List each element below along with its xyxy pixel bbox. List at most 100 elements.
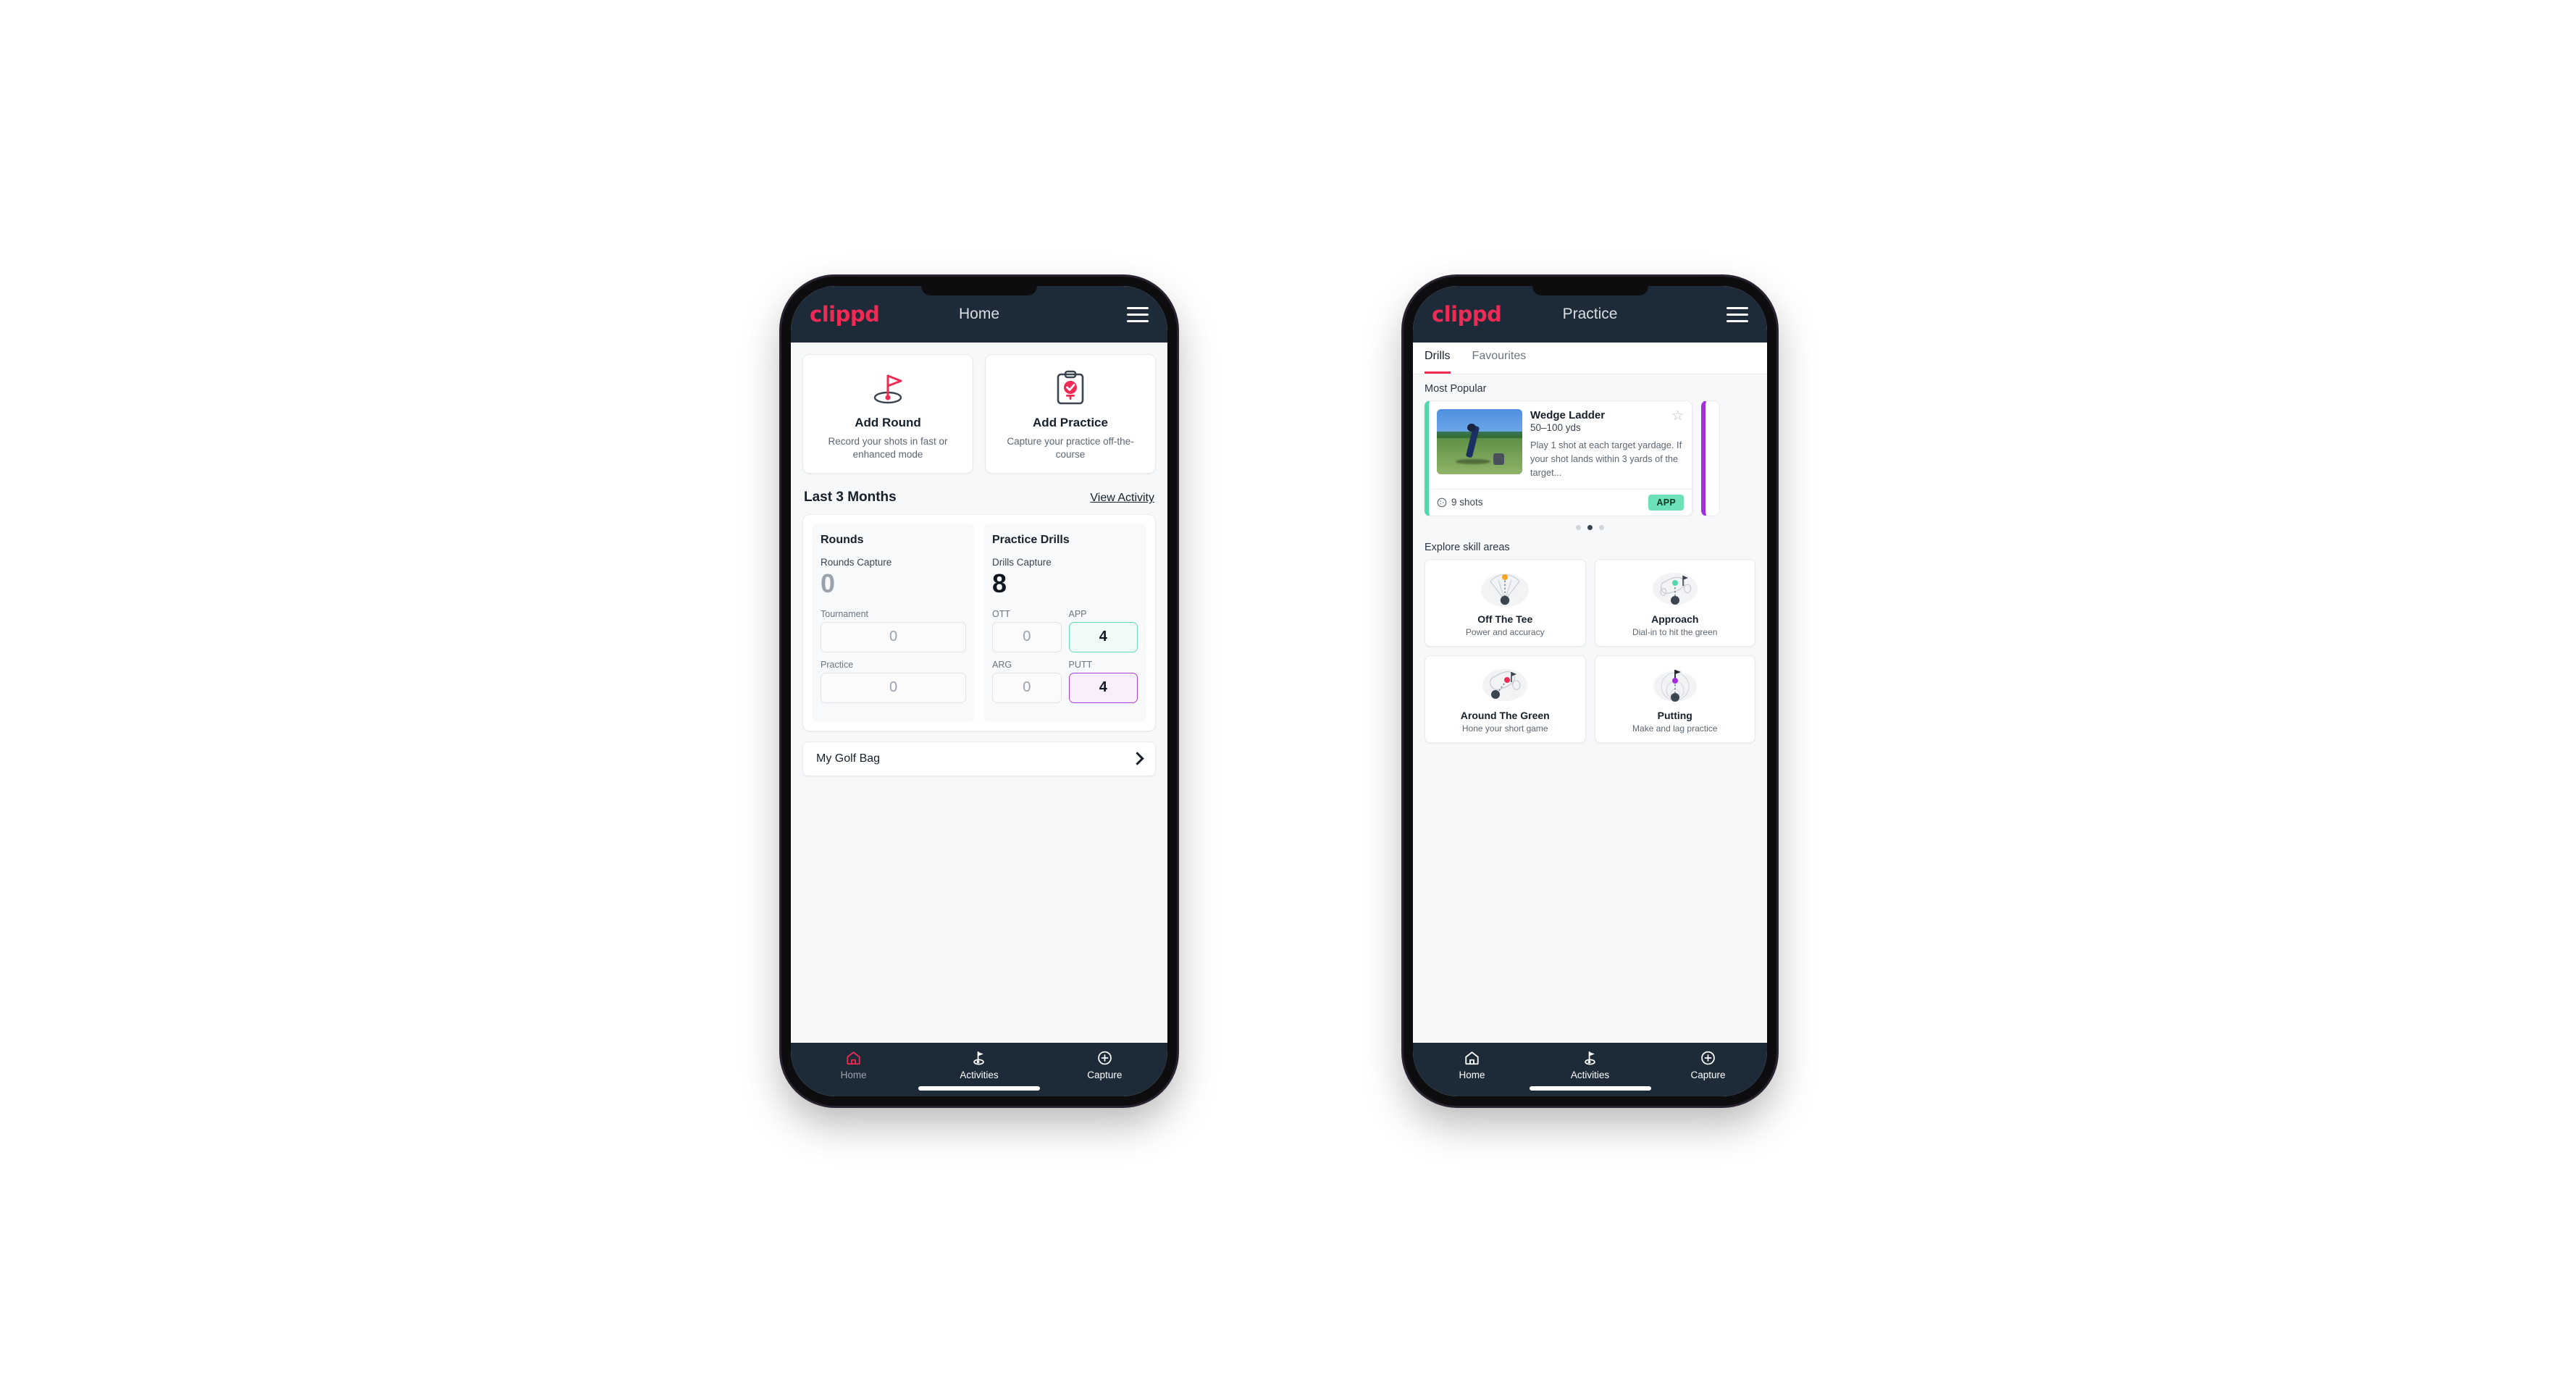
bottom-tab-bar: Home Activities Capture	[791, 1043, 1167, 1096]
drill-yardage: 50–100 yds	[1530, 422, 1581, 433]
drill-card-wedge-ladder[interactable]: Wedge Ladder 50–100 yds ☆ Play 1 shot at…	[1425, 400, 1692, 516]
putt-label: PUTT	[1068, 659, 1093, 670]
practice-body: Most Popular Wedge Ladder 50–100 yds ☆ P…	[1413, 374, 1767, 1043]
clipboard-check-icon	[993, 368, 1148, 408]
drill-skill-badge: APP	[1648, 494, 1684, 511]
clock-icon	[1437, 497, 1447, 508]
skill-name: Putting	[1657, 709, 1692, 721]
tab-capture-label: Capture	[1690, 1070, 1726, 1080]
drill-thumbnail	[1437, 409, 1522, 474]
add-practice-subtitle: Capture your practice off-the-course	[1007, 436, 1134, 461]
practice-value[interactable]: 0	[821, 672, 966, 703]
carousel-dot[interactable]	[1576, 524, 1581, 530]
ott-label: OTT	[992, 608, 1010, 619]
phone-notch	[1532, 286, 1648, 295]
skill-card-around-the-green[interactable]: Around The Green Hone your short game	[1425, 655, 1586, 743]
most-popular-label: Most Popular	[1425, 383, 1487, 395]
home-screen: Add Round Record your shots in fast or e…	[791, 343, 1167, 1043]
skill-card-putting[interactable]: Putting Make and lag practice	[1594, 655, 1755, 743]
home-indicator	[918, 1086, 1040, 1091]
skill-name: Approach	[1651, 613, 1699, 625]
drill-metrics-row-1: OTT 0 APP 4	[992, 609, 1138, 660]
screenshot-canvas: clippd Home Add Round Record your shots …	[0, 0, 2576, 1386]
tab-activities[interactable]: Activities	[916, 1049, 1041, 1080]
tab-home[interactable]: Home	[791, 1049, 916, 1080]
explore-skill-areas-label: Explore skill areas	[1425, 541, 1510, 553]
add-round-card[interactable]: Add Round Record your shots in fast or e…	[802, 354, 973, 474]
add-practice-title: Add Practice	[1033, 416, 1108, 429]
tab-activities-label: Activities	[1570, 1070, 1610, 1080]
skill-subtitle: Power and accuracy	[1465, 626, 1545, 637]
tab-capture[interactable]: Capture	[1649, 1049, 1767, 1080]
clippd-logo: clippd	[810, 301, 880, 327]
bottom-tab-bar: Home Activities Capture	[1413, 1043, 1767, 1096]
tournament-label: Tournament	[821, 608, 869, 619]
carousel-dot-active[interactable]	[1587, 524, 1593, 530]
tab-activities[interactable]: Activities	[1531, 1049, 1649, 1080]
tab-capture[interactable]: Capture	[1042, 1049, 1167, 1080]
practice-label: Practice	[821, 659, 854, 670]
golf-flag-icon	[810, 368, 965, 408]
clippd-logo: clippd	[1432, 301, 1502, 327]
chevron-right-icon	[1130, 752, 1144, 765]
tab-drills[interactable]: Drills	[1425, 343, 1461, 374]
practice-screen: Drills Favourites Most Popular Wedge Lad…	[1413, 343, 1767, 1043]
app-label: APP	[1068, 608, 1087, 619]
rounds-column: Rounds Rounds Capture 0 Tournament 0 Pra…	[812, 524, 975, 722]
tab-home-label: Home	[840, 1070, 867, 1080]
skill-name: Off The Tee	[1477, 613, 1533, 625]
tab-capture-label: Capture	[1087, 1070, 1123, 1080]
skill-subtitle: Dial-in to hit the green	[1632, 626, 1718, 637]
drill-card-next-peek[interactable]	[1701, 400, 1720, 516]
view-activity-link[interactable]: View Activity	[1090, 492, 1154, 505]
my-golf-bag-label: My Golf Bag	[816, 752, 881, 765]
drill-description: Play 1 shot at each target yardage. If y…	[1530, 440, 1682, 478]
add-round-title: Add Round	[855, 416, 921, 429]
practice-drills-column: Practice Drills Drills Capture 8 OTT 0 A…	[983, 524, 1146, 722]
home-icon	[1464, 1049, 1480, 1067]
app-value[interactable]: 4	[1068, 621, 1138, 652]
hamburger-icon[interactable]	[1727, 306, 1748, 322]
add-round-subtitle: Record your shots in fast or enhanced mo…	[828, 436, 948, 461]
golf-flag-icon	[970, 1049, 987, 1067]
plus-circle-icon	[1096, 1049, 1113, 1067]
rounds-heading: Rounds	[821, 534, 864, 547]
rounds-capture-value: 0	[821, 568, 836, 599]
last-3-months-header: Last 3 Months View Activity	[791, 474, 1167, 514]
tab-favourites[interactable]: Favourites	[1472, 343, 1537, 374]
tab-activities-label: Activities	[960, 1070, 999, 1080]
arg-value[interactable]: 0	[992, 672, 1062, 703]
plus-circle-icon	[1700, 1049, 1716, 1067]
putt-value[interactable]: 4	[1068, 672, 1138, 703]
carousel-dot[interactable]	[1599, 524, 1604, 530]
skill-areas-grid: Off The Tee Power and accuracy Approach …	[1413, 558, 1767, 743]
green-approach-icon	[1601, 567, 1750, 610]
skill-name: Around The Green	[1460, 709, 1550, 721]
star-outline-icon[interactable]: ☆	[1671, 409, 1684, 423]
tournament-value[interactable]: 0	[821, 621, 966, 652]
drill-shots: 9 shots	[1437, 497, 1483, 508]
tab-home-label: Home	[1459, 1070, 1485, 1080]
skill-card-off-the-tee[interactable]: Off The Tee Power and accuracy	[1425, 558, 1586, 647]
tab-home[interactable]: Home	[1413, 1049, 1531, 1080]
add-practice-card[interactable]: Add Practice Capture your practice off-t…	[985, 354, 1156, 474]
drills-heading: Practice Drills	[992, 534, 1070, 547]
skill-card-approach[interactable]: Approach Dial-in to hit the green	[1594, 558, 1755, 647]
drill-carousel[interactable]: Wedge Ladder 50–100 yds ☆ Play 1 shot at…	[1413, 400, 1767, 516]
rounds-capture-label: Rounds Capture	[821, 557, 892, 568]
carousel-dots[interactable]	[1413, 516, 1767, 530]
tee-fan-icon	[1431, 567, 1579, 610]
drills-capture-value: 8	[992, 568, 1007, 599]
golf-flag-icon	[1582, 1049, 1598, 1067]
drill-shots-text: 9 shots	[1451, 497, 1483, 508]
ott-value[interactable]: 0	[992, 621, 1062, 652]
skill-subtitle: Make and lag practice	[1632, 723, 1718, 734]
my-golf-bag-row[interactable]: My Golf Bag	[802, 741, 1156, 776]
hamburger-icon[interactable]	[1127, 306, 1149, 322]
drill-card-footer: 9 shots APP	[1429, 488, 1692, 516]
home-indicator	[1529, 1086, 1651, 1091]
chip-green-icon	[1431, 663, 1579, 707]
phone-notch	[921, 286, 1037, 295]
practice-tabs: Drills Favourites	[1413, 343, 1767, 374]
putting-rings-icon	[1601, 663, 1750, 707]
